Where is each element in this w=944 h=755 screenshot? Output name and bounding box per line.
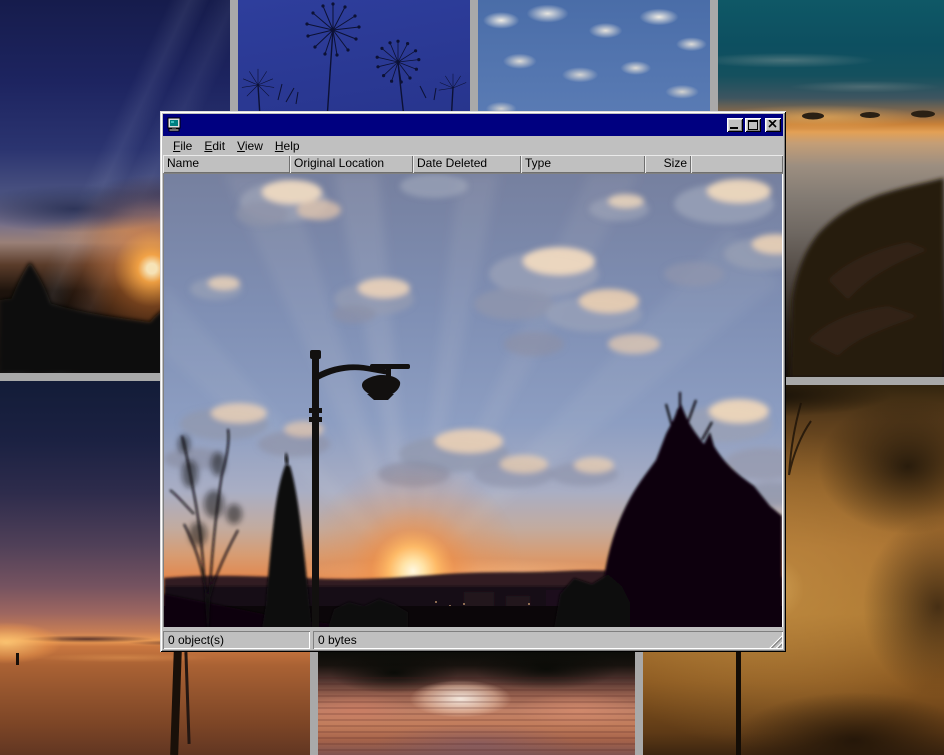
column-header-size[interactable]: Size [645,155,691,173]
maximize-icon [748,120,758,130]
close-button[interactable] [765,118,781,132]
menu-edit[interactable]: Edit [198,138,231,154]
list-column-headers: Name Original Location Date Deleted Type… [163,155,783,173]
titlebar[interactable] [163,114,783,136]
column-header-original-location[interactable]: Original Location [290,155,413,173]
column-header-name[interactable]: Name [163,155,290,173]
column-header-date-deleted[interactable]: Date Deleted [413,155,521,173]
column-header-type[interactable]: Type [521,155,645,173]
menu-help[interactable]: Help [269,138,306,154]
file-list-area[interactable] [163,173,783,627]
menu-view[interactable]: View [231,138,269,154]
sunset-lamp-photo [164,174,782,627]
minimize-button[interactable] [727,118,743,132]
column-header-filler[interactable] [691,155,783,173]
recycle-bin-window: File Edit View Help Name Original Locati… [160,111,786,652]
status-bar: 0 object(s) 0 bytes [163,627,783,649]
menu-file[interactable]: File [167,138,198,154]
status-object-count: 0 object(s) [163,631,310,649]
water-ripples [318,673,635,755]
water-pole [16,653,19,665]
status-byte-count: 0 bytes [313,631,783,649]
water-pole [184,652,190,744]
maximize-button[interactable] [745,118,761,132]
computer-monitor-icon [166,117,182,133]
minimize-icon [730,127,738,129]
close-icon [768,120,777,128]
water-pole [170,649,182,755]
menu-bar: File Edit View Help [163,136,783,155]
